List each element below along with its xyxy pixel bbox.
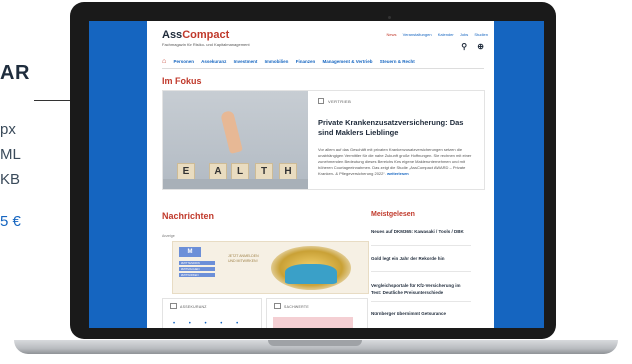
ad-skyscraper-left[interactable] <box>89 21 147 328</box>
teaser-card-sachwerte[interactable]: SACHWERTE <box>266 298 368 328</box>
most-read-item[interactable]: Gold legt ein Jahr der Rekorde hin <box>371 256 471 263</box>
teaser-rubric: ASSEKURANZ <box>180 305 207 309</box>
teaser-rubric: SACHWERTE <box>284 305 309 309</box>
rubric-icon <box>318 98 324 104</box>
divider <box>371 271 471 272</box>
website-page: AssCompact Fachmagazin für Risiko- und K… <box>147 21 494 328</box>
product-price: 5 € <box>0 213 21 230</box>
section-title-fokus: Im Fokus <box>162 76 202 86</box>
hand-illustration <box>220 110 243 154</box>
table-surface <box>163 179 308 189</box>
ad-banner[interactable]: M #MITTENDRIN #MITMACHEN #MITWIRKEN JETZ… <box>172 241 369 294</box>
divider <box>371 301 471 302</box>
feature-image: E A L T H <box>163 91 308 189</box>
spec-ml: ML <box>0 146 21 163</box>
laptop-screen: AssCompact Fachmagazin für Risiko- und K… <box>89 21 544 328</box>
nav-item-investment[interactable]: Investment <box>234 59 258 64</box>
most-read-sidebar: Meistgelesen Neues auf DKM365: Kawasaki … <box>371 21 483 328</box>
ad-text: JETZT ANMELDEN UND MITWIRKEN! <box>228 254 259 263</box>
nav-item-assekuranz[interactable]: Assekuranz <box>201 59 226 64</box>
site-logo[interactable]: AssCompact <box>162 29 229 41</box>
chart-dots-icon: • • • • • <box>173 321 245 327</box>
product-title: AR <box>0 62 30 84</box>
ad-banner-card[interactable]: Anzeige M #MITTENDRIN #MITMACHEN #MITWIR… <box>162 234 369 294</box>
ad-tag: #MITTENDRIN <box>179 261 215 265</box>
nav-item-finanzen[interactable]: Finanzen <box>296 59 316 64</box>
most-read-item[interactable]: Nürnberger übernimmt Getsurance <box>371 311 471 318</box>
teaser-card-assekuranz[interactable]: ASSEKURANZ • • • • • <box>162 298 262 328</box>
rubric-icon <box>274 303 281 309</box>
nav-item-personen[interactable]: Personen <box>174 59 195 64</box>
teaser-image <box>273 317 353 328</box>
ad-logo: M <box>179 247 201 257</box>
spec-kb: KB <box>0 171 21 188</box>
rubric-icon <box>170 303 177 309</box>
feature-rubric: VERTRIEB <box>328 99 352 104</box>
ad-label: Anzeige <box>162 234 175 238</box>
most-read-item[interactable]: Neues auf DKM365: Kawasaki / Tools / DBK <box>371 229 471 236</box>
home-icon[interactable]: ⌂ <box>162 58 166 65</box>
site-tagline: Fachmagazin für Risiko- und Kapitalmanag… <box>162 42 250 47</box>
spec-px: px <box>0 121 16 138</box>
ad-artwork-detail <box>285 264 337 284</box>
ad-skyscraper-right[interactable] <box>494 21 544 328</box>
section-title-news: Nachrichten <box>162 211 215 221</box>
ad-tag: #MITWIRKEN <box>179 273 215 277</box>
divider <box>371 245 471 246</box>
most-read-item[interactable]: Vergleichsportale für Kfz-Versicherung i… <box>371 283 471 296</box>
nav-item-immobilien[interactable]: Immobilien <box>265 59 289 64</box>
webcam-icon <box>388 16 391 19</box>
section-title-most-read: Meistgelesen <box>371 211 415 218</box>
nav-item-management[interactable]: Management & Vertrieb <box>322 59 372 64</box>
laptop-notch <box>268 340 362 346</box>
ad-tag: #MITMACHEN <box>179 267 215 271</box>
